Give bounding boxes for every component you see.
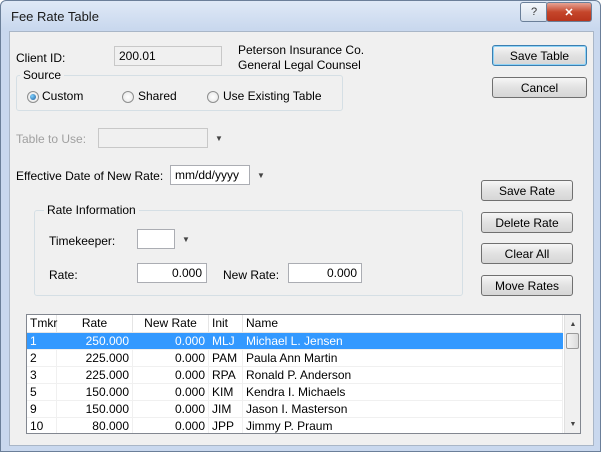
- table-to-use-label: Table to Use:: [16, 132, 87, 146]
- cell-new-rate: 0.000: [133, 333, 209, 349]
- table-to-use-dropdown-icon: ▼: [215, 133, 223, 143]
- delete-rate-button[interactable]: Delete Rate: [481, 212, 573, 233]
- cell-name: Jimmy P. Praum: [243, 418, 563, 433]
- move-rates-button[interactable]: Move Rates: [481, 275, 573, 296]
- cell-new-rate: 0.000: [133, 367, 209, 383]
- effective-date-field[interactable]: mm/dd/yyyy: [170, 165, 250, 185]
- cell-tmkr: 2: [27, 350, 57, 366]
- table-row[interactable]: 1 250.000 0.000 MLJ Michael L. Jensen: [27, 333, 563, 350]
- cell-new-rate: 0.000: [133, 350, 209, 366]
- cell-init: JPP: [209, 418, 243, 433]
- header-new-rate[interactable]: New Rate: [133, 315, 209, 332]
- cell-init: MLJ: [209, 333, 243, 349]
- rate-information-group: Rate Information Timekeeper: ▼ Rate: 0.0…: [34, 203, 463, 296]
- help-icon: ?: [530, 6, 538, 18]
- cell-tmkr: 10: [27, 418, 57, 433]
- save-rate-button[interactable]: Save Rate: [481, 180, 573, 201]
- source-use-existing-radio[interactable]: [207, 91, 219, 103]
- cell-new-rate: 0.000: [133, 384, 209, 400]
- rate-label: Rate:: [49, 268, 78, 282]
- scroll-down-icon[interactable]: ▼: [565, 416, 580, 432]
- scroll-up-icon[interactable]: ▲: [565, 316, 580, 332]
- cell-rate: 225.000: [57, 367, 133, 383]
- cell-name: Ronald P. Anderson: [243, 367, 563, 383]
- close-button[interactable]: ✕: [546, 2, 592, 22]
- cell-rate: 80.000: [57, 418, 133, 433]
- save-table-button[interactable]: Save Table: [492, 45, 587, 66]
- dialog-body: Client ID: 200.01 Peterson Insurance Co.…: [9, 31, 594, 446]
- cell-rate: 225.000: [57, 350, 133, 366]
- timekeeper-label: Timekeeper:: [49, 234, 116, 248]
- fee-rate-table-window: Fee Rate Table ? ✕ Client ID: 200.01 Pet…: [0, 0, 601, 452]
- cell-init: PAM: [209, 350, 243, 366]
- cell-rate: 150.000: [57, 384, 133, 400]
- cell-new-rate: 0.000: [133, 418, 209, 433]
- table-row[interactable]: 3 225.000 0.000 RPA Ronald P. Anderson: [27, 367, 563, 384]
- rate-information-title: Rate Information: [44, 203, 139, 217]
- list-scrollbar[interactable]: ▲ ▼: [564, 315, 580, 433]
- scroll-thumb[interactable]: [566, 333, 579, 349]
- cell-new-rate: 0.000: [133, 401, 209, 417]
- effective-date-dropdown-icon[interactable]: ▼: [254, 165, 268, 185]
- title-bar[interactable]: Fee Rate Table ? ✕: [1, 1, 600, 31]
- clear-all-button[interactable]: Clear All: [481, 243, 573, 264]
- source-custom-label[interactable]: Custom: [42, 89, 83, 103]
- cell-rate: 150.000: [57, 401, 133, 417]
- cell-name: Michael L. Jensen: [243, 333, 563, 349]
- cell-tmkr: 1: [27, 333, 57, 349]
- cancel-button[interactable]: Cancel: [492, 77, 587, 98]
- source-group-title: Source: [20, 68, 65, 82]
- cell-tmkr: 9: [27, 401, 57, 417]
- source-custom-radio[interactable]: [27, 91, 39, 103]
- client-id-field: 200.01: [114, 46, 222, 66]
- table-row[interactable]: 5 150.000 0.000 KIM Kendra I. Michaels: [27, 384, 563, 401]
- table-row[interactable]: 2 225.000 0.000 PAM Paula Ann Martin: [27, 350, 563, 367]
- cell-name: Jason I. Masterson: [243, 401, 563, 417]
- cell-init: JIM: [209, 401, 243, 417]
- table-row[interactable]: 10 80.000 0.000 JPP Jimmy P. Praum: [27, 418, 563, 433]
- help-button[interactable]: ?: [520, 2, 548, 22]
- source-shared-label[interactable]: Shared: [138, 89, 177, 103]
- new-rate-field[interactable]: 0.000: [288, 263, 362, 283]
- window-title: Fee Rate Table: [11, 9, 99, 24]
- header-init[interactable]: Init: [209, 315, 243, 332]
- cell-tmkr: 3: [27, 367, 57, 383]
- rates-list[interactable]: Tmkr Rate New Rate Init Name 1 250.000 0…: [26, 314, 581, 434]
- header-tmkr[interactable]: Tmkr: [27, 315, 57, 332]
- cell-name: Kendra I. Michaels: [243, 384, 563, 400]
- client-description: General Legal Counsel: [238, 58, 361, 72]
- timekeeper-field[interactable]: [137, 229, 175, 249]
- header-name[interactable]: Name: [243, 315, 563, 332]
- cell-name: Paula Ann Martin: [243, 350, 563, 366]
- source-use-existing-label[interactable]: Use Existing Table: [223, 89, 322, 103]
- client-id-label: Client ID:: [16, 51, 66, 65]
- table-row[interactable]: 9 150.000 0.000 JIM Jason I. Masterson: [27, 401, 563, 418]
- source-group: Source Custom Shared Use Existing Table: [16, 68, 343, 111]
- cell-tmkr: 5: [27, 384, 57, 400]
- list-header: Tmkr Rate New Rate Init Name: [27, 315, 563, 333]
- list-rows: 1 250.000 0.000 MLJ Michael L. Jensen 2 …: [27, 333, 563, 433]
- effective-date-label: Effective Date of New Rate:: [16, 169, 164, 183]
- close-icon: ✕: [564, 6, 574, 19]
- timekeeper-dropdown-icon[interactable]: ▼: [179, 229, 193, 249]
- cell-rate: 250.000: [57, 333, 133, 349]
- client-company: Peterson Insurance Co.: [238, 43, 365, 57]
- new-rate-label: New Rate:: [223, 268, 280, 282]
- table-to-use-field: [98, 128, 208, 148]
- source-shared-radio[interactable]: [122, 91, 134, 103]
- cell-init: KIM: [209, 384, 243, 400]
- cell-init: RPA: [209, 367, 243, 383]
- header-rate[interactable]: Rate: [57, 315, 133, 332]
- rate-field[interactable]: 0.000: [137, 263, 207, 283]
